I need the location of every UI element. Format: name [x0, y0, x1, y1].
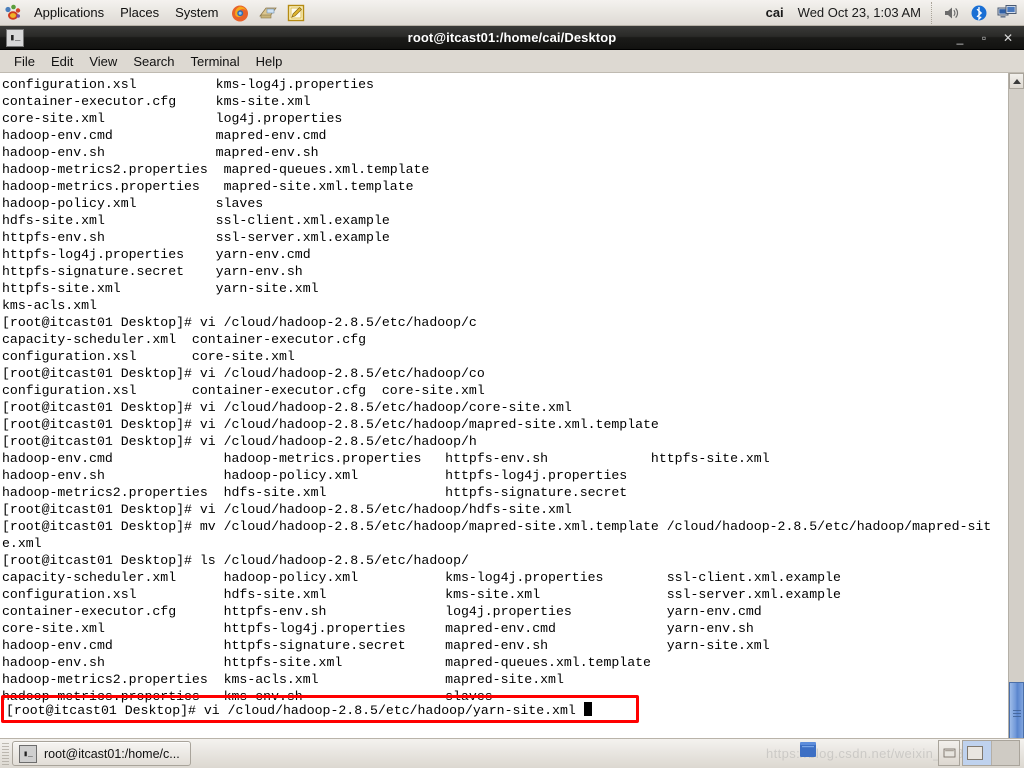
- minimize-button[interactable]: _: [954, 32, 966, 44]
- terminal-body: configuration.xsl kms-log4j.properties c…: [0, 73, 1024, 762]
- bottom-panel: ▮_ root@itcast01:/home/c... https://blog…: [0, 738, 1024, 768]
- menu-applications[interactable]: Applications: [27, 3, 111, 22]
- scrollbar-thumb[interactable]: [1009, 682, 1024, 744]
- window-titlebar[interactable]: ▮_ root@itcast01:/home/cai/Desktop _ ▫ ✕: [0, 26, 1024, 50]
- bottom-panel-right: [938, 740, 1020, 766]
- terminal-scrollback: configuration.xsl kms-log4j.properties c…: [2, 76, 1008, 705]
- menu-places[interactable]: Places: [113, 3, 166, 22]
- workspace-1[interactable]: [963, 741, 992, 765]
- clock-applet[interactable]: Wed Oct 23, 1:03 AM: [792, 5, 931, 20]
- menu-terminal[interactable]: Terminal: [183, 52, 248, 71]
- text-editor-icon[interactable]: [284, 2, 308, 24]
- window-controls: _ ▫ ✕: [954, 32, 1024, 44]
- terminal-scrollbar[interactable]: [1008, 73, 1024, 762]
- menu-help[interactable]: Help: [248, 52, 291, 71]
- firefox-icon[interactable]: [228, 2, 252, 24]
- workspace-window-preview: [967, 746, 983, 760]
- network-icon[interactable]: [995, 2, 1019, 24]
- terminal-icon: ▮_: [19, 745, 37, 763]
- applications-menu-group: Applications: [0, 3, 112, 22]
- menu-search[interactable]: Search: [125, 52, 182, 71]
- terminal-window: ▮_ root@itcast01:/home/cai/Desktop _ ▫ ✕…: [0, 26, 1024, 738]
- panel-drag-handle[interactable]: [2, 743, 9, 765]
- terminal-output-area[interactable]: configuration.xsl kms-log4j.properties c…: [0, 73, 1008, 762]
- window-title: root@itcast01:/home/cai/Desktop: [0, 30, 1024, 45]
- close-button[interactable]: ✕: [1002, 32, 1014, 44]
- scroll-up-button[interactable]: [1009, 73, 1024, 89]
- menu-edit[interactable]: Edit: [43, 52, 81, 71]
- workspace-2[interactable]: [992, 741, 1020, 765]
- desktop-screen: Applications Places System: [0, 0, 1024, 768]
- bluetooth-icon[interactable]: [967, 2, 991, 24]
- taskbar-item-label: root@itcast01:/home/c...: [44, 747, 180, 761]
- menu-file[interactable]: File: [6, 52, 43, 71]
- gnome-foot-icon: [4, 4, 21, 21]
- top-panel: Applications Places System: [0, 0, 1024, 26]
- trash-icon[interactable]: [796, 737, 820, 766]
- show-desktop-button[interactable]: [938, 740, 960, 766]
- text-cursor: [584, 702, 592, 716]
- chevron-up-icon: [1013, 79, 1021, 84]
- current-command-text: [root@itcast01 Desktop]# vi /cloud/hadoo…: [6, 703, 584, 718]
- taskbar-item-terminal[interactable]: ▮_ root@itcast01:/home/c...: [12, 741, 191, 766]
- current-command-line[interactable]: [root@itcast01 Desktop]# vi /cloud/hadoo…: [6, 702, 592, 719]
- maximize-button[interactable]: ▫: [978, 32, 990, 44]
- file-manager-icon[interactable]: [256, 2, 280, 24]
- menu-view[interactable]: View: [81, 52, 125, 71]
- grip-icon: [1013, 708, 1021, 719]
- volume-icon[interactable]: [939, 2, 963, 24]
- system-tray: [931, 2, 1021, 24]
- terminal-menubar: File Edit View Search Terminal Help: [0, 50, 1024, 73]
- workspace-switcher[interactable]: [962, 740, 1020, 766]
- menu-system[interactable]: System: [168, 3, 225, 22]
- current-user-label[interactable]: cai: [758, 5, 792, 20]
- terminal-icon: ▮_: [6, 29, 24, 47]
